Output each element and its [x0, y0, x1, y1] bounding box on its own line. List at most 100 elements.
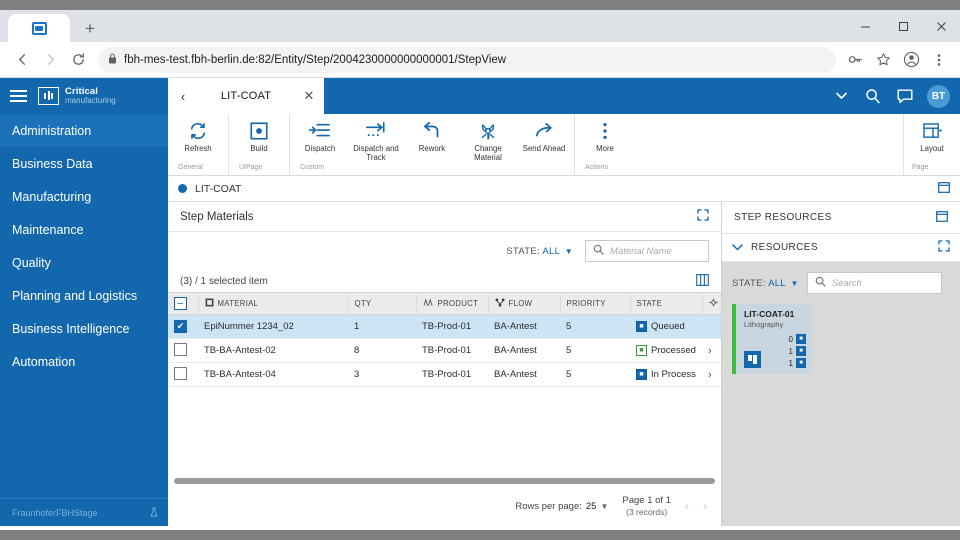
table-row[interactable]: TB-BA-Antest-04 3 TB-Prod-01 BA-Antest 5 ■ In … — [168, 362, 721, 387]
materials-state-filter-prefix: STATE: — [506, 245, 540, 257]
close-icon[interactable]: ✕ — [302, 88, 316, 104]
chevron-left-icon[interactable]: ‹ — [176, 89, 190, 104]
cell-priority: 5 — [560, 338, 630, 363]
horizontal-scrollbar[interactable] — [168, 476, 721, 486]
expand-icon[interactable] — [697, 209, 709, 224]
panel-icon[interactable] — [938, 180, 950, 198]
dispatch-button[interactable]: Dispatch — [292, 114, 348, 164]
materials-search-box[interactable] — [585, 240, 709, 262]
sidebar-item-business-data[interactable]: Business Data — [0, 147, 168, 180]
flow-icon — [495, 298, 505, 309]
layout-button-label: Layout — [920, 144, 944, 153]
column-header-product[interactable]: PRODUCT — [416, 292, 489, 315]
reload-icon[interactable] — [64, 46, 92, 74]
resource-counter-value: 0 — [788, 334, 793, 344]
resource-type-icon — [744, 351, 761, 368]
resource-card-list: LIT-COAT-01 Lithography 0 ■ 1 ■ 1 ■ — [732, 304, 950, 374]
sidebar-item-business-intelligence[interactable]: Business Intelligence — [0, 312, 168, 345]
table-row[interactable]: ✔ EpiNummer 1234_02 1 TB-Prod-01 BA-Antest 5 ■… — [168, 314, 721, 339]
resource-counter-value: 1 — [788, 358, 793, 368]
profile-icon[interactable] — [898, 47, 924, 73]
chevron-right-icon[interactable]: › — [708, 345, 712, 357]
row-checkbox-cell — [168, 338, 198, 363]
address-bar[interactable]: fbh-mes-test.fbh-berlin.de:82/Entity/Ste… — [98, 46, 836, 73]
send-ahead-button[interactable]: Send Ahead — [516, 114, 572, 164]
dispatch-icon — [309, 120, 331, 142]
materials-table: − MATERIAL QTY PRODUCT FLOW PRIORITY STATE ✔ Ep… — [168, 292, 721, 387]
column-header-priority[interactable]: PRIORITY — [560, 292, 631, 315]
chevron-down-icon[interactable] — [826, 78, 856, 114]
resources-state-filter[interactable]: STATE: ALL ▼ — [732, 278, 799, 289]
sidebar-item-planning-and-logistics[interactable]: Planning and Logistics — [0, 279, 168, 312]
cell-state: ■ In Process — [630, 362, 702, 387]
materials-search-input[interactable] — [610, 245, 701, 257]
refresh-icon — [188, 120, 208, 142]
key-icon[interactable] — [842, 47, 868, 73]
new-tab-button[interactable]: + — [76, 14, 104, 42]
maximize-icon[interactable] — [884, 10, 922, 42]
row-checkbox[interactable] — [174, 342, 187, 356]
back-icon[interactable] — [8, 46, 36, 74]
entity-tab[interactable]: ‹ LIT-COAT ✕ — [168, 78, 324, 114]
column-header-settings[interactable] — [702, 292, 721, 315]
menu-icon[interactable] — [926, 47, 952, 73]
row-expand-cell[interactable]: › — [702, 338, 721, 363]
layout-button[interactable]: Layout — [904, 114, 960, 164]
resources-search-input[interactable] — [831, 277, 934, 289]
step-materials-header: Step Materials — [168, 202, 721, 232]
panel-icon[interactable] — [936, 210, 948, 225]
topbar-actions: BT — [826, 78, 960, 114]
close-icon[interactable] — [922, 10, 960, 42]
sidebar-item-manufacturing[interactable]: Manufacturing — [0, 180, 168, 213]
rows-per-page-selector[interactable]: Rows per page: 25 ▼ — [515, 501, 608, 512]
sidebar-item-administration[interactable]: Administration — [0, 114, 168, 147]
cell-product: TB-Prod-01 — [416, 338, 488, 363]
cell-flow: BA-Antest — [488, 362, 560, 387]
sidebar-item-maintenance[interactable]: Maintenance — [0, 213, 168, 246]
row-checkbox[interactable]: ✔ — [174, 320, 187, 333]
search-icon[interactable] — [858, 78, 888, 114]
resources-section-header[interactable]: RESOURCES — [722, 234, 960, 262]
resources-search-box[interactable] — [806, 272, 942, 294]
materials-state-filter[interactable]: STATE: ALL ▼ — [506, 246, 573, 257]
resource-card[interactable]: LIT-COAT-01 Lithography 0 ■ 1 ■ 1 ■ — [732, 304, 812, 374]
row-expand-cell[interactable]: › — [702, 362, 721, 387]
cell-material: EpiNummer 1234_02 — [198, 314, 348, 339]
hamburger-icon[interactable] — [10, 90, 27, 102]
column-header-flow[interactable]: FLOW — [488, 292, 561, 315]
browser-tab[interactable] — [8, 14, 70, 42]
table-row[interactable]: TB-BA-Antest-02 8 TB-Prod-01 BA-Antest 5 ■ Pro… — [168, 338, 721, 363]
row-checkbox[interactable] — [174, 366, 187, 380]
minimize-icon[interactable] — [846, 10, 884, 42]
more-button[interactable]: More — [577, 114, 633, 164]
next-page-icon[interactable]: › — [703, 499, 707, 513]
sidebar-item-automation[interactable]: Automation — [0, 345, 168, 378]
sidebar-item-quality[interactable]: Quality — [0, 246, 168, 279]
ribbon-button-label: Dispatch and Track — [353, 144, 399, 162]
refresh-button[interactable]: Refresh — [170, 114, 226, 164]
status-badge: Processed — [651, 345, 696, 356]
column-header-state[interactable]: STATE — [630, 292, 703, 315]
expand-icon[interactable] — [938, 240, 950, 255]
chevron-right-icon[interactable]: › — [708, 369, 712, 381]
select-all-checkbox[interactable]: − — [174, 297, 187, 310]
star-icon[interactable] — [870, 47, 896, 73]
app-main: ‹ LIT-COAT ✕ BT Refresh General Build UI… — [168, 78, 960, 526]
rework-icon — [422, 120, 442, 142]
forward-icon[interactable] — [36, 46, 64, 74]
settings-icon — [708, 298, 718, 309]
avatar[interactable]: BT — [927, 84, 950, 108]
caret-down-icon: ▼ — [564, 246, 573, 256]
column-header-qty[interactable]: QTY — [348, 292, 417, 315]
change-material-button[interactable]: Change Material — [460, 114, 516, 164]
row-expand-cell[interactable] — [702, 314, 721, 339]
column-header-label: STATE — [636, 299, 662, 308]
rework-button[interactable]: Rework — [404, 114, 460, 164]
prev-page-icon[interactable]: ‹ — [685, 499, 689, 513]
dispatch-and-track-button[interactable]: Dispatch and Track — [348, 114, 404, 164]
column-header-material[interactable]: MATERIAL — [198, 292, 349, 315]
chat-icon[interactable] — [890, 78, 920, 114]
columns-icon[interactable] — [696, 273, 709, 289]
build-button[interactable]: Build — [231, 114, 287, 164]
app-logo: Critical manufacturing — [38, 86, 116, 105]
